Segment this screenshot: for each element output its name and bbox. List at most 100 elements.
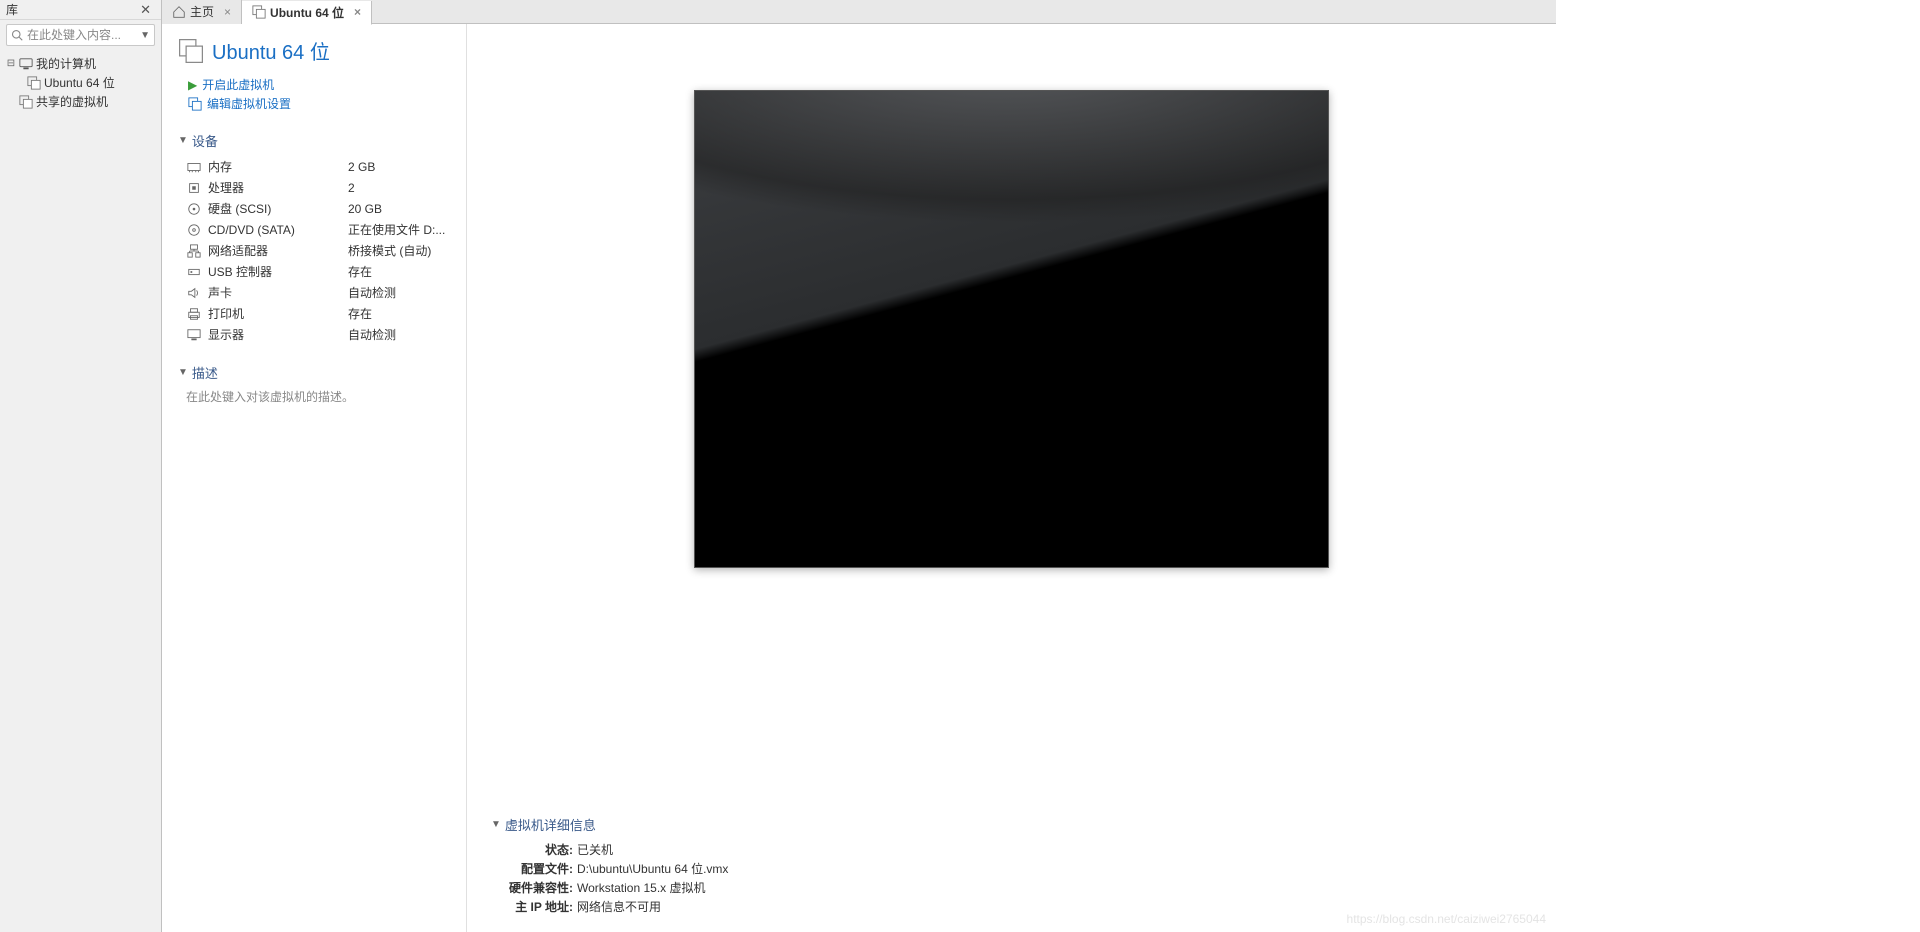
detail-label: 硬件兼容性: xyxy=(491,879,573,896)
tree-node-ubuntu-vm[interactable]: Ubuntu 64 位 xyxy=(20,73,159,92)
main-area: 主页 × Ubuntu 64 位 × Ubuntu 64 位 xyxy=(162,0,1556,932)
tab-label: 主页 xyxy=(190,3,214,20)
device-label: USB 控制器 xyxy=(208,263,348,280)
device-value: 2 GB xyxy=(348,160,375,174)
library-search-input[interactable] xyxy=(27,28,138,42)
device-row-printer[interactable]: 打印机 存在 xyxy=(178,303,450,324)
device-value: 20 GB xyxy=(348,202,382,216)
tree-node-shared-vms[interactable]: 共享的虚拟机 xyxy=(2,92,159,111)
device-value: 2 xyxy=(348,181,355,195)
network-icon xyxy=(186,243,202,259)
device-label: 显示器 xyxy=(208,326,348,343)
search-icon xyxy=(11,29,23,41)
device-value: 存在 xyxy=(348,263,372,280)
devices-section-header[interactable]: ▼ 设备 xyxy=(178,131,450,150)
device-label: 声卡 xyxy=(208,284,348,301)
library-close-button[interactable]: ✕ xyxy=(136,2,155,18)
section-title: 虚拟机详细信息 xyxy=(505,815,596,834)
settings-icon xyxy=(188,97,202,111)
device-row-cd[interactable]: CD/DVD (SATA) 正在使用文件 D:... xyxy=(178,219,450,240)
device-row-disk[interactable]: 硬盘 (SCSI) 20 GB xyxy=(178,198,450,219)
device-row-sound[interactable]: 声卡 自动检测 xyxy=(178,282,450,303)
devices-section: ▼ 设备 内存 2 GB 处理器 2 硬盘 ( xyxy=(178,131,450,345)
description-placeholder[interactable]: 在此处键入对该虚拟机的描述。 xyxy=(178,388,450,405)
tab-label: Ubuntu 64 位 xyxy=(270,4,344,21)
description-section-header[interactable]: ▼ 描述 xyxy=(178,363,450,382)
detail-row-state: 状态: 已关机 xyxy=(491,840,1540,859)
device-row-cpu[interactable]: 处理器 2 xyxy=(178,177,450,198)
detail-row-compat: 硬件兼容性: Workstation 15.x 虚拟机 xyxy=(491,878,1540,897)
display-icon xyxy=(186,327,202,343)
tab-bar: 主页 × Ubuntu 64 位 × xyxy=(162,0,1556,24)
device-value: 自动检测 xyxy=(348,326,396,343)
library-title: 库 xyxy=(6,1,18,18)
library-search-box[interactable]: ▼ xyxy=(6,24,155,46)
tab-home[interactable]: 主页 × xyxy=(162,0,242,24)
vm-title-icon xyxy=(178,38,204,64)
tab-ubuntu-vm[interactable]: Ubuntu 64 位 × xyxy=(242,1,372,25)
library-tree: ⊟ 我的计算机 Ubuntu 64 位 共享的虚拟 xyxy=(0,50,161,115)
cd-icon xyxy=(186,222,202,238)
sound-icon xyxy=(186,285,202,301)
tree-label: 我的计算机 xyxy=(36,55,96,72)
computer-icon xyxy=(19,57,33,71)
detail-value: Workstation 15.x 虚拟机 xyxy=(577,879,706,896)
tab-close-icon[interactable]: × xyxy=(354,5,361,19)
printer-icon xyxy=(186,306,202,322)
device-row-display[interactable]: 显示器 自动检测 xyxy=(178,324,450,345)
vm-details-section: ▼ 虚拟机详细信息 状态: 已关机 配置文件: D:\ubuntu\Ubuntu… xyxy=(491,815,1540,916)
device-row-memory[interactable]: 内存 2 GB xyxy=(178,156,450,177)
collapse-icon[interactable]: ⊟ xyxy=(6,58,16,69)
details-section-header[interactable]: ▼ 虚拟机详细信息 xyxy=(491,815,1540,834)
vm-icon xyxy=(27,76,41,90)
edit-settings-label: 编辑虚拟机设置 xyxy=(207,95,291,112)
device-row-usb[interactable]: USB 控制器 存在 xyxy=(178,261,450,282)
device-value: 存在 xyxy=(348,305,372,322)
device-value: 桥接模式 (自动) xyxy=(348,242,431,259)
device-label: 网络适配器 xyxy=(208,242,348,259)
section-title: 设备 xyxy=(192,131,218,150)
vm-title: Ubuntu 64 位 xyxy=(212,36,330,65)
shared-icon xyxy=(19,95,33,109)
device-row-network[interactable]: 网络适配器 桥接模式 (自动) xyxy=(178,240,450,261)
chevron-down-icon: ▼ xyxy=(178,367,188,378)
chevron-down-icon: ▼ xyxy=(491,819,501,830)
home-icon xyxy=(172,5,186,19)
power-on-link[interactable]: ▶ 开启此虚拟机 xyxy=(188,75,450,94)
usb-icon xyxy=(186,264,202,280)
disk-icon xyxy=(186,201,202,217)
detail-value: D:\ubuntu\Ubuntu 64 位.vmx xyxy=(577,860,728,877)
library-header: 库 ✕ xyxy=(0,0,161,20)
tree-label: 共享的虚拟机 xyxy=(36,93,108,110)
device-label: 处理器 xyxy=(208,179,348,196)
detail-label: 主 IP 地址: xyxy=(491,898,573,915)
memory-icon xyxy=(186,159,202,175)
detail-row-ip: 主 IP 地址: 网络信息不可用 xyxy=(491,897,1540,916)
library-panel: 库 ✕ ▼ ⊟ 我的计算机 Ubun xyxy=(0,0,162,932)
chevron-down-icon: ▼ xyxy=(178,135,188,146)
search-dropdown-icon[interactable]: ▼ xyxy=(140,30,150,41)
cpu-icon xyxy=(186,180,202,196)
tab-close-icon[interactable]: × xyxy=(224,5,231,19)
vm-icon xyxy=(252,5,266,19)
device-label: 内存 xyxy=(208,158,348,175)
device-label: 硬盘 (SCSI) xyxy=(208,200,348,217)
vm-preview-thumbnail[interactable] xyxy=(694,90,1329,568)
detail-value: 网络信息不可用 xyxy=(577,898,661,915)
description-section: ▼ 描述 在此处键入对该虚拟机的描述。 xyxy=(178,363,450,405)
device-value: 正在使用文件 D:... xyxy=(348,221,445,238)
power-on-label: 开启此虚拟机 xyxy=(202,76,274,93)
device-value: 自动检测 xyxy=(348,284,396,301)
device-label: CD/DVD (SATA) xyxy=(208,223,348,237)
tree-node-my-computer[interactable]: ⊟ 我的计算机 xyxy=(2,54,159,73)
play-icon: ▶ xyxy=(188,78,197,92)
detail-value: 已关机 xyxy=(577,841,613,858)
edit-settings-link[interactable]: 编辑虚拟机设置 xyxy=(188,94,450,113)
section-title: 描述 xyxy=(192,363,218,382)
detail-row-config: 配置文件: D:\ubuntu\Ubuntu 64 位.vmx xyxy=(491,859,1540,878)
vm-summary-panel: Ubuntu 64 位 ▶ 开启此虚拟机 编辑虚拟机设置 ▼ 设备 xyxy=(162,24,467,932)
tree-label: Ubuntu 64 位 xyxy=(44,74,115,91)
empty-expand xyxy=(6,96,16,107)
detail-label: 状态: xyxy=(491,841,573,858)
device-label: 打印机 xyxy=(208,305,348,322)
